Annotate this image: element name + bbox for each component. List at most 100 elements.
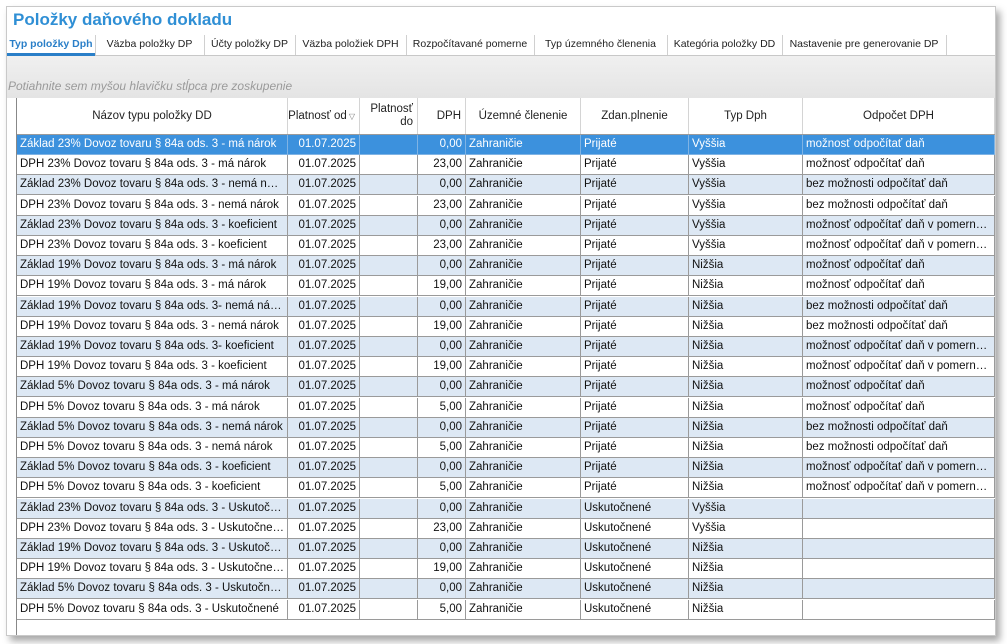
table-row[interactable]: DPH 19% Dovoz tovaru § 84a ods. 3 - Usku… xyxy=(17,559,995,579)
cell-dph[interactable]: 5,00 xyxy=(418,600,466,620)
cell-platnost-do[interactable] xyxy=(360,216,418,236)
cell-zdan[interactable]: Prijaté xyxy=(581,418,689,438)
cell-dph[interactable]: 23,00 xyxy=(418,196,466,216)
cell-nazov[interactable]: DPH 19% Dovoz tovaru § 84a ods. 3 - koef… xyxy=(17,357,288,377)
cell-odpocet[interactable] xyxy=(803,539,995,559)
table-row[interactable]: Základ 19% Dovoz tovaru § 84a ods. 3- ko… xyxy=(17,337,995,357)
cell-platnost-od[interactable]: 01.07.2025 xyxy=(288,155,360,175)
cell-platnost-do[interactable] xyxy=(360,317,418,337)
cell-platnost-do[interactable] xyxy=(360,256,418,276)
cell-platnost-do[interactable] xyxy=(360,478,418,498)
cell-typ[interactable]: Nižšia xyxy=(689,539,803,559)
cell-typ[interactable]: Nižšia xyxy=(689,559,803,579)
cell-typ[interactable]: Nižšia xyxy=(689,418,803,438)
table-row[interactable]: Základ 19% Dovoz tovaru § 84a ods. 3 - U… xyxy=(17,539,995,559)
cell-typ[interactable]: Nižšia xyxy=(689,337,803,357)
cell-typ[interactable]: Nižšia xyxy=(689,256,803,276)
cell-odpocet[interactable] xyxy=(803,600,995,620)
table-row[interactable]: DPH 23% Dovoz tovaru § 84a ods. 3 - koef… xyxy=(17,236,995,256)
cell-platnost-do[interactable] xyxy=(360,196,418,216)
cell-typ[interactable]: Nižšia xyxy=(689,579,803,599)
cell-platnost-od[interactable]: 01.07.2025 xyxy=(288,175,360,195)
cell-dph[interactable]: 23,00 xyxy=(418,236,466,256)
cell-odpocet[interactable]: možnosť odpočítať daň xyxy=(803,398,995,418)
cell-nazov[interactable]: Základ 23% Dovoz tovaru § 84a ods. 3 - n… xyxy=(17,175,288,195)
table-row[interactable]: DPH 19% Dovoz tovaru § 84a ods. 3 - koef… xyxy=(17,357,995,377)
cell-dph[interactable]: 0,00 xyxy=(418,175,466,195)
cell-dph[interactable]: 5,00 xyxy=(418,438,466,458)
column-header-platnost-od[interactable]: Platnosť od ▽ xyxy=(288,98,360,134)
cell-uzemne[interactable]: Zahraničie xyxy=(466,539,581,559)
cell-platnost-do[interactable] xyxy=(360,398,418,418)
cell-platnost-do[interactable] xyxy=(360,236,418,256)
table-row[interactable]: Základ 23% Dovoz tovaru § 84a ods. 3 - U… xyxy=(17,499,995,519)
cell-platnost-od[interactable]: 01.07.2025 xyxy=(288,478,360,498)
cell-zdan[interactable]: Prijaté xyxy=(581,317,689,337)
tab-3[interactable]: Účty položky DP xyxy=(204,35,296,55)
cell-uzemne[interactable]: Zahraničie xyxy=(466,337,581,357)
cell-zdan[interactable]: Prijaté xyxy=(581,478,689,498)
cell-platnost-do[interactable] xyxy=(360,337,418,357)
cell-uzemne[interactable]: Zahraničie xyxy=(466,155,581,175)
cell-zdan[interactable]: Uskutočnené xyxy=(581,559,689,579)
cell-odpocet[interactable]: bez možnosti odpočítať daň xyxy=(803,418,995,438)
cell-odpocet[interactable]: možnosť odpočítať daň xyxy=(803,155,995,175)
cell-uzemne[interactable]: Zahraničie xyxy=(466,236,581,256)
cell-dph[interactable]: 5,00 xyxy=(418,478,466,498)
cell-nazov[interactable]: DPH 5% Dovoz tovaru § 84a ods. 3 - nemá … xyxy=(17,438,288,458)
column-header-zdan[interactable]: Zdan.plnenie xyxy=(581,98,689,134)
cell-zdan[interactable]: Prijaté xyxy=(581,196,689,216)
cell-platnost-od[interactable]: 01.07.2025 xyxy=(288,337,360,357)
cell-nazov[interactable]: DPH 23% Dovoz tovaru § 84a ods. 3 - má n… xyxy=(17,155,288,175)
cell-typ[interactable]: Nižšia xyxy=(689,276,803,296)
cell-platnost-od[interactable]: 01.07.2025 xyxy=(288,438,360,458)
cell-platnost-od[interactable]: 01.07.2025 xyxy=(288,135,360,155)
column-header-dph[interactable]: DPH xyxy=(418,98,466,134)
cell-uzemne[interactable]: Zahraničie xyxy=(466,135,581,155)
cell-platnost-do[interactable] xyxy=(360,276,418,296)
cell-platnost-do[interactable] xyxy=(360,519,418,539)
cell-platnost-do[interactable] xyxy=(360,499,418,519)
cell-nazov[interactable]: Základ 5% Dovoz tovaru § 84a ods. 3 - Us… xyxy=(17,579,288,599)
cell-odpocet[interactable]: možnosť odpočítať daň xyxy=(803,135,995,155)
tab-8[interactable]: Nastavenie pre generovanie DP xyxy=(782,35,947,55)
cell-typ[interactable]: Vyššia xyxy=(689,175,803,195)
cell-platnost-od[interactable]: 01.07.2025 xyxy=(288,317,360,337)
table-row[interactable]: DPH 23% Dovoz tovaru § 84a ods. 3 - má n… xyxy=(17,155,995,175)
cell-dph[interactable]: 0,00 xyxy=(418,337,466,357)
cell-dph[interactable]: 19,00 xyxy=(418,276,466,296)
cell-typ[interactable]: Vyššia xyxy=(689,196,803,216)
cell-odpocet[interactable] xyxy=(803,499,995,519)
cell-uzemne[interactable]: Zahraničie xyxy=(466,458,581,478)
cell-nazov[interactable]: DPH 23% Dovoz tovaru § 84a ods. 3 - koef… xyxy=(17,236,288,256)
table-row[interactable]: Základ 5% Dovoz tovaru § 84a ods. 3 - má… xyxy=(17,377,995,397)
cell-odpocet[interactable]: možnosť odpočítať daň v pomernej výške xyxy=(803,337,995,357)
cell-zdan[interactable]: Prijaté xyxy=(581,135,689,155)
table-row[interactable]: Základ 5% Dovoz tovaru § 84a ods. 3 - ne… xyxy=(17,418,995,438)
cell-zdan[interactable]: Prijaté xyxy=(581,236,689,256)
cell-zdan[interactable]: Prijaté xyxy=(581,216,689,236)
cell-odpocet[interactable]: bez možnosti odpočítať daň xyxy=(803,297,995,317)
cell-uzemne[interactable]: Zahraničie xyxy=(466,256,581,276)
column-header-typ[interactable]: Typ Dph xyxy=(689,98,803,134)
tab-2[interactable]: Väzba položky DP xyxy=(95,35,205,55)
cell-zdan[interactable]: Uskutočnené xyxy=(581,600,689,620)
cell-typ[interactable]: Nižšia xyxy=(689,458,803,478)
cell-typ[interactable]: Nižšia xyxy=(689,357,803,377)
cell-odpocet[interactable] xyxy=(803,519,995,539)
cell-platnost-od[interactable]: 01.07.2025 xyxy=(288,499,360,519)
cell-dph[interactable]: 19,00 xyxy=(418,317,466,337)
cell-platnost-od[interactable]: 01.07.2025 xyxy=(288,357,360,377)
cell-platnost-od[interactable]: 01.07.2025 xyxy=(288,519,360,539)
cell-platnost-od[interactable]: 01.07.2025 xyxy=(288,377,360,397)
cell-odpocet[interactable]: možnosť odpočítať daň v pomernej výške xyxy=(803,216,995,236)
cell-platnost-od[interactable]: 01.07.2025 xyxy=(288,458,360,478)
cell-odpocet[interactable]: bez možnosti odpočítať daň xyxy=(803,196,995,216)
cell-dph[interactable]: 0,00 xyxy=(418,458,466,478)
cell-zdan[interactable]: Prijaté xyxy=(581,297,689,317)
cell-odpocet[interactable]: bez možnosti odpočítať daň xyxy=(803,317,995,337)
cell-odpocet[interactable]: možnosť odpočítať daň v pomernej výške xyxy=(803,357,995,377)
table-row[interactable]: Základ 23% Dovoz tovaru § 84a ods. 3 - k… xyxy=(17,216,995,236)
cell-zdan[interactable]: Prijaté xyxy=(581,357,689,377)
cell-odpocet[interactable]: možnosť odpočítať daň xyxy=(803,377,995,397)
